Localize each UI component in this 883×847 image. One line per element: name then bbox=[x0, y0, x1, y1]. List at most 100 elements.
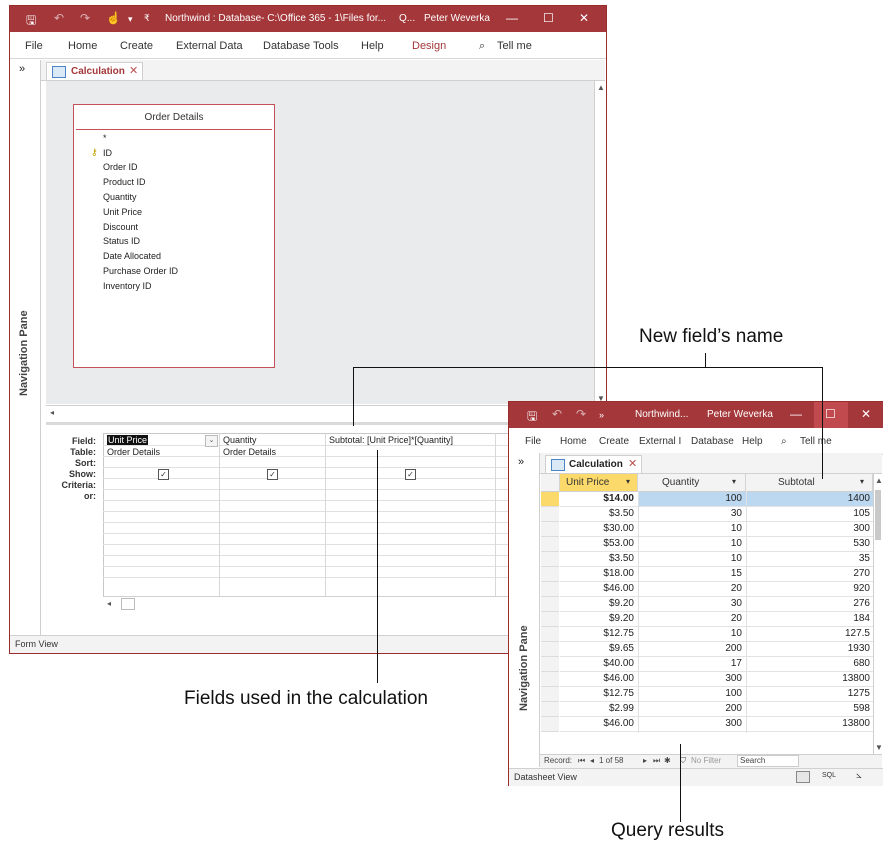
table-cell[interactable]: 1400 bbox=[746, 493, 870, 504]
tab-calculation[interactable]: Calculation ✕ bbox=[545, 455, 642, 473]
last-record-icon[interactable]: ⏭ bbox=[653, 756, 660, 766]
table-cell[interactable]: 100 bbox=[638, 493, 742, 504]
table-row[interactable]: $30.00 10 300 bbox=[560, 522, 878, 537]
table-cell[interactable]: 300 bbox=[638, 718, 742, 729]
table-row[interactable]: $9.65 200 1930 bbox=[560, 642, 878, 657]
close-icon[interactable]: ✕ bbox=[861, 407, 871, 421]
table-cell[interactable]: 598 bbox=[746, 703, 870, 714]
datasheet-view-icon[interactable] bbox=[796, 771, 810, 783]
table-cell[interactable]: 920 bbox=[746, 583, 870, 594]
tab-file[interactable]: File bbox=[25, 40, 43, 52]
field-item[interactable]: * bbox=[103, 133, 107, 143]
field-item[interactable]: Order ID bbox=[103, 162, 138, 172]
search-icon[interactable]: ⌕ bbox=[479, 40, 485, 53]
table-cell[interactable]: $46.00 bbox=[560, 583, 634, 594]
row-selector[interactable] bbox=[541, 627, 559, 642]
close-tab-icon[interactable]: ✕ bbox=[628, 457, 637, 470]
save-icon[interactable]: 🖫 bbox=[527, 407, 537, 428]
row-selector[interactable] bbox=[541, 567, 559, 582]
vertical-scrollbar[interactable]: ▲ ▼ bbox=[873, 474, 883, 754]
sort-filter-icon[interactable]: ▾ bbox=[860, 477, 864, 486]
table-cell[interactable]: $3.50 bbox=[560, 553, 634, 564]
tab-design[interactable]: Design bbox=[412, 40, 446, 52]
table-cell[interactable]: 127.5 bbox=[746, 628, 870, 639]
table-cell[interactable]: 10 bbox=[638, 538, 742, 549]
row-selector[interactable] bbox=[541, 702, 559, 717]
filter-status[interactable]: No Filter bbox=[691, 756, 721, 765]
field-item[interactable]: Purchase Order ID bbox=[103, 266, 178, 276]
table-cell[interactable]: $46.00 bbox=[560, 673, 634, 684]
close-tab-icon[interactable]: ✕ bbox=[129, 64, 138, 77]
scroll-thumb[interactable] bbox=[121, 598, 135, 610]
table-row[interactable]: $46.00 20 920 bbox=[560, 582, 878, 597]
previous-record-icon[interactable]: ◂ bbox=[590, 756, 594, 765]
record-position[interactable]: 1 of 58 bbox=[599, 756, 623, 765]
table-cell[interactable]: $14.00 bbox=[560, 493, 634, 504]
row-selector[interactable] bbox=[541, 687, 559, 702]
design-view-icon[interactable]: ⦣ bbox=[856, 770, 862, 781]
tab-home[interactable]: Home bbox=[560, 436, 587, 447]
table-row[interactable]: $3.50 10 35 bbox=[560, 552, 878, 567]
minimize-icon[interactable]: — bbox=[790, 407, 802, 421]
tab-file[interactable]: File bbox=[525, 436, 541, 447]
table-row[interactable]: $46.00 300 13800 bbox=[560, 672, 878, 687]
tab-create[interactable]: Create bbox=[120, 40, 153, 52]
select-all-corner[interactable] bbox=[541, 474, 560, 492]
scroll-thumb[interactable] bbox=[875, 490, 881, 540]
tab-home[interactable]: Home bbox=[68, 40, 97, 52]
new-record-icon[interactable]: ✱ bbox=[664, 756, 671, 765]
col-header-quantity[interactable]: Quantity ▾ bbox=[638, 474, 746, 492]
table-row[interactable]: $3.50 30 105 bbox=[560, 507, 878, 522]
search-icon[interactable]: ⌕ bbox=[781, 436, 787, 447]
tab-external-data[interactable]: External I bbox=[639, 436, 681, 447]
tab-calculation[interactable]: Calculation ✕ bbox=[46, 62, 143, 80]
row-selector[interactable] bbox=[541, 552, 559, 567]
undo-icon[interactable]: ↶ bbox=[552, 407, 562, 421]
tab-external-data[interactable]: External Data bbox=[176, 40, 243, 52]
table-cell[interactable]: 184 bbox=[746, 613, 870, 624]
user-name[interactable]: Peter Weverka bbox=[707, 409, 773, 420]
table-cell[interactable]: $18.00 bbox=[560, 568, 634, 579]
table-cell[interactable]: 13800 bbox=[746, 673, 870, 684]
table-row[interactable]: $46.00 300 13800 bbox=[560, 717, 878, 732]
scroll-up-icon[interactable]: ▲ bbox=[597, 83, 605, 92]
field-item[interactable]: Quantity bbox=[103, 192, 137, 202]
table-row[interactable]: $12.75 10 127.5 bbox=[560, 627, 878, 642]
row-selector[interactable] bbox=[541, 582, 559, 597]
table-cell[interactable]: $46.00 bbox=[560, 718, 634, 729]
col-header-subtotal[interactable]: Subtotal ▾ bbox=[746, 474, 873, 492]
table-cell[interactable]: 13800 bbox=[746, 718, 870, 729]
table-cell[interactable]: 20 bbox=[638, 613, 742, 624]
field-item[interactable]: ID bbox=[103, 148, 112, 158]
table-cell[interactable]: $9.20 bbox=[560, 613, 634, 624]
table-cell[interactable]: 17 bbox=[638, 658, 742, 669]
table-cell[interactable]: $30.00 bbox=[560, 523, 634, 534]
table-row[interactable]: $12.75 100 1275 bbox=[560, 687, 878, 702]
first-record-icon[interactable]: ⏮ bbox=[578, 756, 585, 766]
row-selector[interactable] bbox=[541, 642, 559, 657]
table-row[interactable]: $40.00 17 680 bbox=[560, 657, 878, 672]
maximize-icon[interactable]: ☐ bbox=[543, 11, 554, 25]
show-checkbox-3[interactable]: ✓ bbox=[405, 469, 416, 480]
table-cell[interactable]: 10 bbox=[638, 553, 742, 564]
table-cell[interactable]: $40.00 bbox=[560, 658, 634, 669]
navigation-pane[interactable]: » Navigation Pane bbox=[10, 60, 41, 637]
table-field-list[interactable]: Order Details * ⚷ ID Order ID Product ID… bbox=[73, 104, 275, 368]
table-cell[interactable]: 276 bbox=[746, 598, 870, 609]
maximize-button[interactable]: ☐ bbox=[814, 402, 848, 428]
row-selector[interactable] bbox=[541, 492, 559, 507]
scroll-up-icon[interactable]: ▲ bbox=[875, 476, 883, 485]
redo-icon[interactable]: ↷ bbox=[80, 11, 90, 25]
scroll-down-icon[interactable]: ▼ bbox=[875, 743, 883, 752]
grid-table-2[interactable]: Order Details bbox=[223, 447, 276, 457]
scroll-left-icon[interactable]: ◂ bbox=[50, 408, 54, 417]
table-cell[interactable]: $9.20 bbox=[560, 598, 634, 609]
datasheet[interactable]: Unit Price ▾ Quantity ▾ Subtotal ▾ $14.0… bbox=[540, 474, 883, 754]
grid-field-unit-price[interactable]: Unit Price bbox=[107, 435, 149, 445]
vertical-scrollbar[interactable]: ▲ ▼ bbox=[594, 81, 606, 405]
row-selector[interactable] bbox=[541, 672, 559, 687]
table-row[interactable]: $9.20 30 276 bbox=[560, 597, 878, 612]
grid-field-subtotal[interactable]: Subtotal: [Unit Price]*[Quantity] bbox=[329, 435, 453, 445]
table-cell[interactable]: $12.75 bbox=[560, 688, 634, 699]
field-item[interactable]: Unit Price bbox=[103, 207, 142, 217]
